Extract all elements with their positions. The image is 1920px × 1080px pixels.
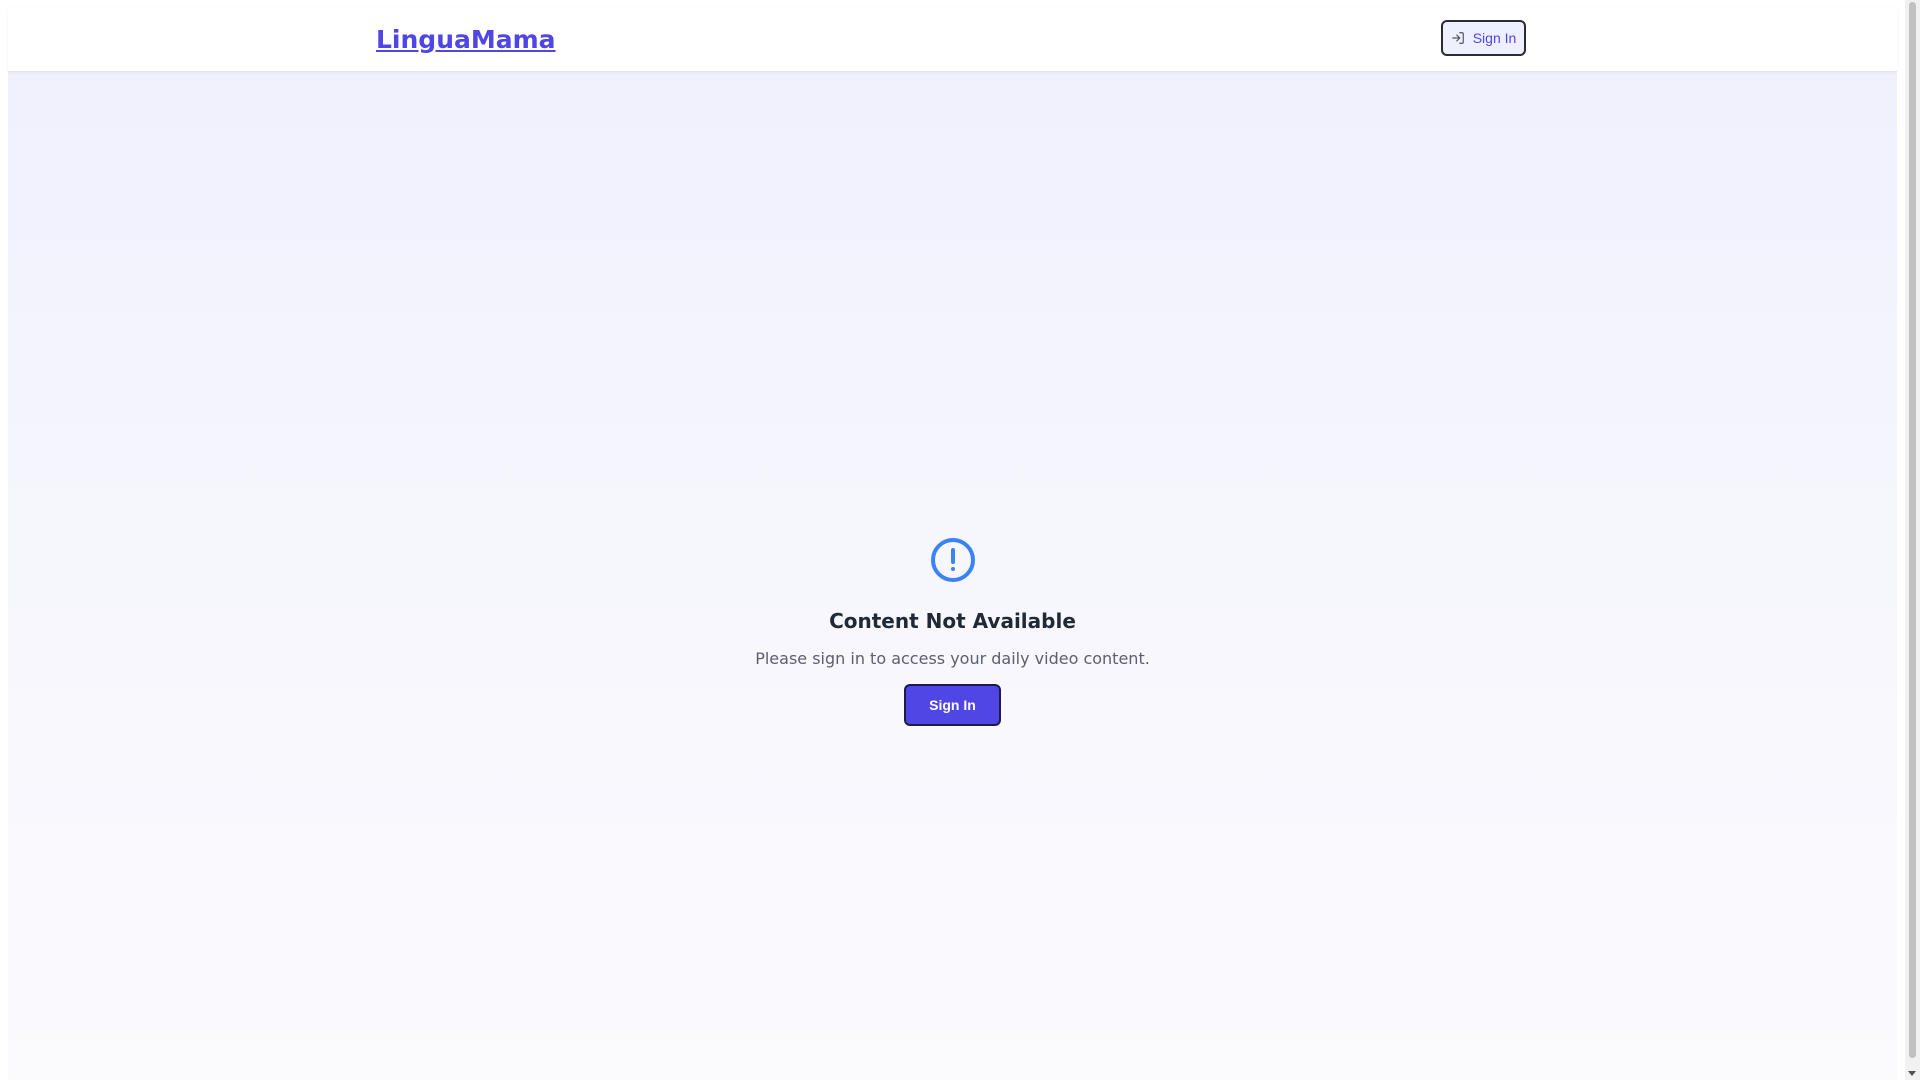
header-sign-in-button[interactable]: Sign In	[1441, 20, 1526, 56]
scroll-down-arrow-icon[interactable]	[1908, 1071, 1916, 1076]
header-sign-in-label: Sign In	[1472, 30, 1517, 46]
empty-state-title: Content Not Available	[829, 609, 1076, 633]
alert-circle-icon	[929, 536, 977, 584]
sign-in-button[interactable]: Sign In	[904, 684, 1001, 726]
log-in-icon	[1451, 31, 1465, 45]
empty-state: Content Not Available Please sign in to …	[8, 536, 1897, 726]
brand-logo-link[interactable]: LinguaMama	[376, 24, 556, 55]
top-navbar: LinguaMama Sign In	[8, 8, 1897, 72]
page-viewport: LinguaMama Sign In Content Not Available…	[8, 8, 1897, 1080]
sign-in-button-label: Sign In	[929, 697, 976, 713]
scrollbar-thumb[interactable]	[1909, 2, 1916, 1058]
vertical-scrollbar[interactable]	[1905, 0, 1920, 1080]
empty-state-message: Please sign in to access your daily vide…	[755, 649, 1150, 668]
